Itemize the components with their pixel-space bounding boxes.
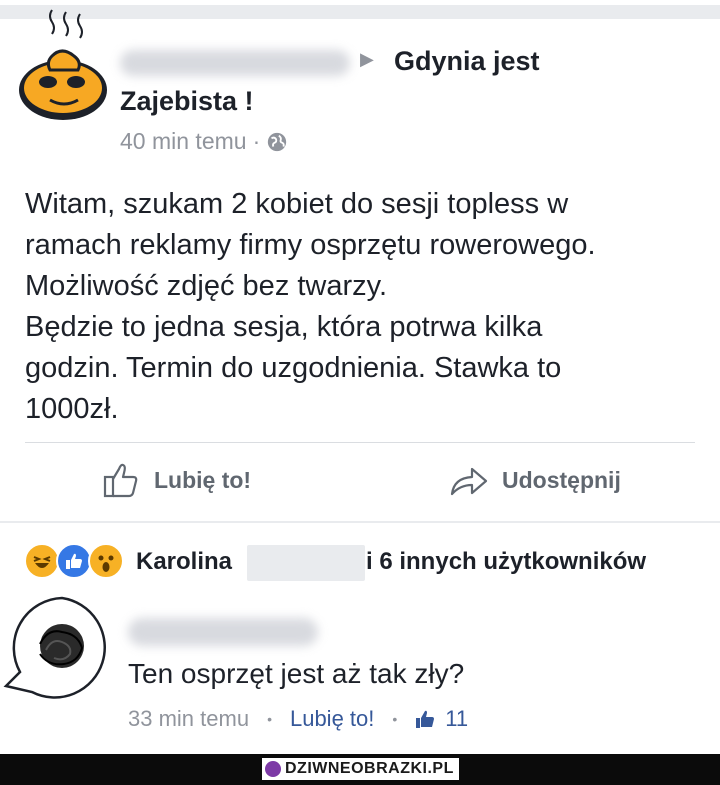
like-button[interactable]: Lubię to!	[102, 460, 251, 500]
post-text-line: Będzie to jedna sesja, która potrwa kilk…	[25, 311, 543, 343]
comment-like-link[interactable]: Lubię to!	[290, 706, 374, 732]
watermark-text: DZIWNEOBRAZKI.PL	[285, 760, 454, 777]
share-to-arrow-icon: ▶	[360, 49, 374, 69]
share-button[interactable]: Udostępnij	[448, 460, 621, 500]
comment-like-count[interactable]: 11	[415, 706, 468, 732]
post-text-line: ramach reklamy firmy osprzętu rowerowego…	[25, 229, 596, 261]
section-divider	[0, 521, 720, 523]
commenter-avatar[interactable]	[2, 594, 110, 704]
other-likers-text[interactable]: i 6 innych użytkowników	[366, 548, 646, 576]
like-icon	[56, 543, 92, 579]
post-text-line: Możliwość zdjęć bez twarzy.	[25, 270, 388, 302]
wow-icon	[88, 543, 124, 579]
commenter-name-redacted[interactable]	[128, 618, 318, 646]
share-arrow-icon	[450, 467, 488, 496]
author-avatar[interactable]	[18, 4, 114, 124]
author-name-redacted[interactable]	[120, 50, 350, 76]
reaction-icons[interactable]	[24, 543, 124, 579]
meta-separator: ·	[252, 128, 261, 154]
comment-meta: 33 min temu • Lubię to! • 11	[128, 706, 468, 732]
post-text-line: godzin. Termin do uzgodnienia. Stawka to	[25, 352, 562, 384]
meta-separator: •	[267, 711, 272, 727]
watermark-logo-icon	[265, 761, 281, 777]
group-name-continued[interactable]: Zajebista !	[120, 86, 254, 117]
first-liker-name[interactable]: Karolina	[136, 548, 232, 576]
post-divider	[25, 442, 695, 443]
post-text-line: Witam, szukam 2 kobiet do sesji topless …	[25, 188, 569, 220]
liker-surname-redacted	[247, 545, 365, 581]
share-button-label: Udostępnij	[502, 466, 621, 493]
globe-icon[interactable]	[266, 131, 288, 153]
post-meta: 40 min temu ·	[120, 128, 288, 155]
like-count-value: 11	[445, 706, 469, 731]
comment-text: Ten osprzęt jest aż tak zły?	[128, 658, 465, 689]
thumbs-up-icon	[416, 710, 435, 728]
group-name[interactable]: Gdynia jest	[394, 46, 540, 77]
haha-icon	[24, 543, 60, 579]
thumbs-up-icon	[103, 463, 138, 498]
meta-separator: •	[392, 711, 398, 727]
post-timestamp[interactable]: 40 min temu	[120, 128, 247, 155]
post-text-line: 1000zł.	[25, 393, 119, 425]
post-body: Witam, szukam 2 kobiet do sesji topless …	[25, 184, 695, 430]
watermark: DZIWNEOBRAZKI.PL	[262, 758, 459, 780]
comment-timestamp[interactable]: 33 min temu	[128, 706, 249, 732]
like-button-label: Lubię to!	[154, 466, 252, 493]
watermark-bar: DZIWNEOBRAZKI.PL	[0, 754, 720, 785]
